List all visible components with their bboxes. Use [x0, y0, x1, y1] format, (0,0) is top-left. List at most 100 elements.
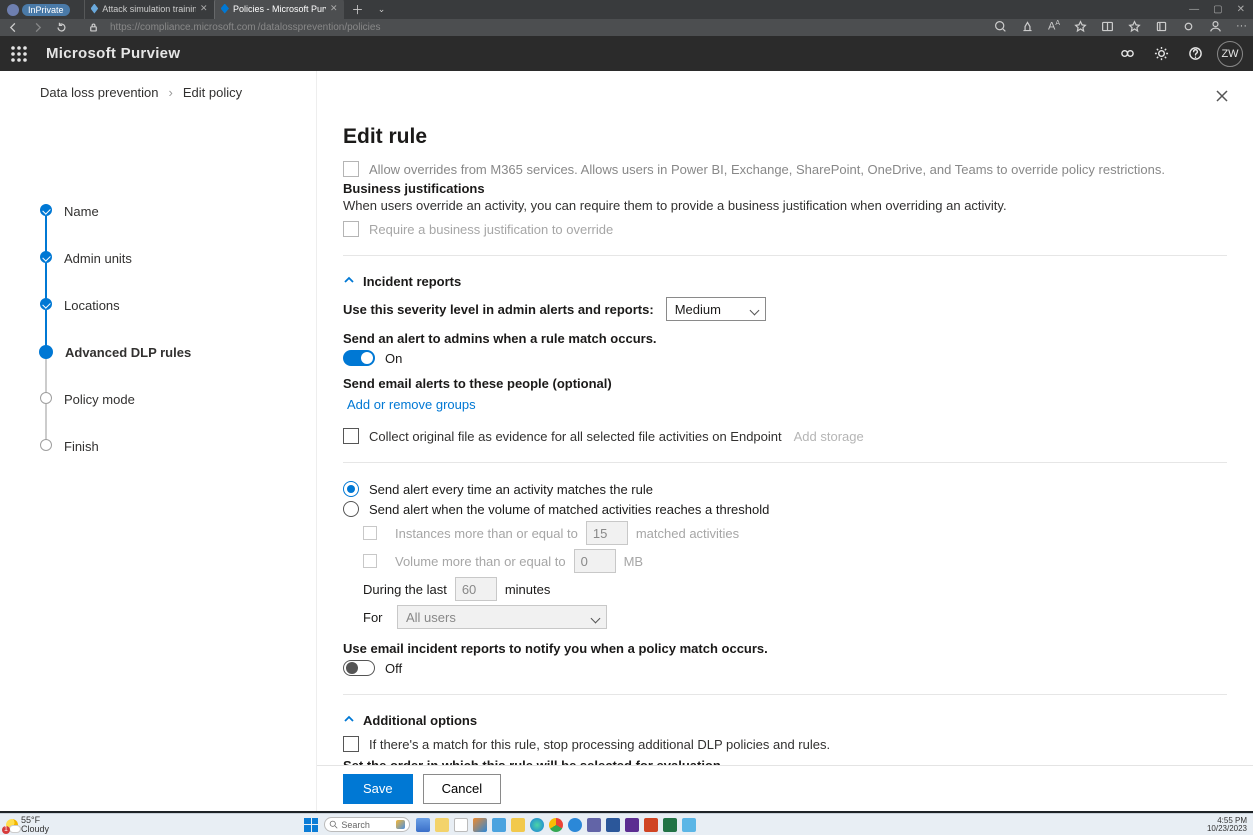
search-placeholder: Search: [341, 820, 370, 830]
add-groups-link[interactable]: Add or remove groups: [347, 397, 476, 412]
tab-attack-sim[interactable]: Attack simulation training - Mic ✕: [84, 0, 214, 19]
text-size-icon[interactable]: AA: [1048, 20, 1060, 36]
for-select[interactable]: All users: [397, 605, 607, 629]
tab-close-icon[interactable]: ✕: [200, 3, 208, 14]
back-button[interactable]: [6, 21, 20, 35]
panel-heading: Edit rule: [317, 71, 1253, 149]
edge-icon[interactable]: [530, 818, 544, 832]
lock-icon[interactable]: [86, 21, 100, 35]
edge-dev-icon[interactable]: [568, 818, 582, 832]
explorer-icon[interactable]: [435, 818, 449, 832]
step-locations[interactable]: Locations: [40, 298, 316, 345]
window-minimize-icon[interactable]: —: [1189, 4, 1199, 15]
breadcrumb-root[interactable]: Data loss prevention: [40, 85, 159, 100]
automation-icon[interactable]: [1113, 40, 1141, 68]
step-name[interactable]: Name: [40, 204, 316, 251]
radio-selected-icon: [343, 481, 359, 497]
collections-icon[interactable]: [1155, 20, 1168, 36]
step-advanced-dlp-rules[interactable]: Advanced DLP rules: [40, 345, 316, 392]
instances-input[interactable]: [586, 521, 628, 545]
gear-icon[interactable]: [1147, 40, 1175, 68]
stop-processing-label: If there's a match for this rule, stop p…: [369, 737, 830, 752]
forward-button[interactable]: [30, 21, 44, 35]
cancel-button[interactable]: Cancel: [423, 774, 501, 804]
threshold-options: Instances more than or equal to matched …: [363, 521, 1227, 629]
radio-icon: [343, 501, 359, 517]
checkbox-icon[interactable]: [363, 554, 377, 568]
step-finish[interactable]: Finish: [40, 439, 316, 486]
incident-reports-expander[interactable]: Incident reports: [343, 274, 1227, 289]
severity-value: Medium: [675, 302, 721, 317]
checkbox-icon[interactable]: [343, 161, 359, 177]
panel-body[interactable]: Allow overrides from M365 services. Allo…: [317, 157, 1253, 765]
browser-profile-icon[interactable]: [1209, 20, 1222, 36]
checkbox-icon[interactable]: [343, 221, 359, 237]
more1-icon[interactable]: [511, 818, 525, 832]
refresh-button[interactable]: [54, 21, 68, 35]
favorites-bar-icon[interactable]: [1128, 20, 1141, 36]
zoom-icon[interactable]: [994, 20, 1007, 36]
window-close-icon[interactable]: ✕: [1237, 4, 1245, 15]
alert-admins-toggle[interactable]: On: [343, 350, 1227, 366]
copilot-icon[interactable]: [473, 818, 487, 832]
tab-policies[interactable]: Policies - Microsoft Purview ✕: [214, 0, 344, 19]
windows-taskbar[interactable]: 1 55°F Cloudy Search: [0, 813, 1253, 835]
allow-overrides-row[interactable]: Allow overrides from M365 services. Allo…: [343, 161, 1227, 177]
additional-options-expander[interactable]: Additional options: [343, 713, 1227, 728]
start-button[interactable]: [304, 818, 318, 832]
tab-close-icon[interactable]: ✕: [330, 3, 338, 14]
extensions-icon[interactable]: [1182, 20, 1195, 36]
new-tab-button[interactable]: ＋: [348, 0, 368, 20]
excel-icon[interactable]: [663, 818, 677, 832]
volume-label: Volume more than or equal to: [395, 554, 566, 569]
checkbox-icon[interactable]: [343, 736, 359, 752]
require-justification-row[interactable]: Require a business justification to over…: [343, 221, 1227, 237]
ppt-icon[interactable]: [644, 818, 658, 832]
chat-icon[interactable]: [454, 818, 468, 832]
security-icon[interactable]: [492, 818, 506, 832]
for-value: All users: [406, 610, 456, 625]
collect-evidence-row[interactable]: Collect original file as evidence for al…: [343, 428, 1227, 444]
severity-label: Use this severity level in admin alerts …: [343, 302, 654, 317]
read-aloud-icon[interactable]: [1021, 20, 1034, 36]
more-icon[interactable]: ···: [1236, 20, 1247, 36]
help-icon[interactable]: [1181, 40, 1209, 68]
tab-favicon: [91, 4, 99, 14]
chevron-right-icon: ›: [169, 85, 173, 100]
panel-footer: Save Cancel: [317, 765, 1253, 811]
system-tray[interactable]: 4:55 PM 10/23/2023: [1207, 817, 1253, 833]
save-button[interactable]: Save: [343, 774, 413, 804]
waffle-icon[interactable]: [10, 45, 28, 63]
severity-select[interactable]: Medium: [666, 297, 766, 321]
weather-widget[interactable]: 1 55°F Cloudy: [0, 816, 49, 834]
window-maximize-icon[interactable]: ▢: [1213, 4, 1222, 15]
alert-every-radio[interactable]: Send alert every time an activity matche…: [343, 481, 1227, 497]
allow-overrides-text: Allow overrides from M365 services. Allo…: [369, 162, 1165, 177]
chrome-icon[interactable]: [549, 818, 563, 832]
notepad-icon[interactable]: [682, 818, 696, 832]
split-icon[interactable]: [1101, 20, 1114, 36]
url-field[interactable]: https://compliance.microsoft.com/datalos…: [110, 22, 380, 33]
word-icon[interactable]: [606, 818, 620, 832]
checkbox-icon[interactable]: [343, 428, 359, 444]
matched-activities-label: matched activities: [636, 526, 739, 541]
tab-overflow-button[interactable]: ⌄: [372, 0, 392, 20]
checkbox-icon[interactable]: [363, 526, 377, 540]
stop-processing-row[interactable]: If there's a match for this rule, stop p…: [343, 736, 1227, 752]
step-policy-mode[interactable]: Policy mode: [40, 392, 316, 439]
volume-input[interactable]: [574, 549, 616, 573]
task-view-icon[interactable]: [416, 818, 430, 832]
favorite-icon[interactable]: [1074, 20, 1087, 36]
profile-icon[interactable]: [7, 4, 19, 16]
alert-threshold-radio[interactable]: Send alert when the volume of matched ac…: [343, 501, 1227, 517]
taskbar-search[interactable]: Search: [324, 817, 410, 832]
teams-icon[interactable]: [587, 818, 601, 832]
step-admin-units[interactable]: Admin units: [40, 251, 316, 298]
avatar[interactable]: ZW: [1217, 41, 1243, 67]
tabbar-container: Attack simulation training - Mic ✕ Polic…: [84, 0, 392, 20]
add-storage-link[interactable]: Add storage: [794, 429, 864, 444]
email-incident-toggle[interactable]: Off: [343, 660, 1227, 676]
close-icon[interactable]: [1213, 87, 1231, 105]
during-input[interactable]: [455, 577, 497, 601]
vs-icon[interactable]: [625, 818, 639, 832]
